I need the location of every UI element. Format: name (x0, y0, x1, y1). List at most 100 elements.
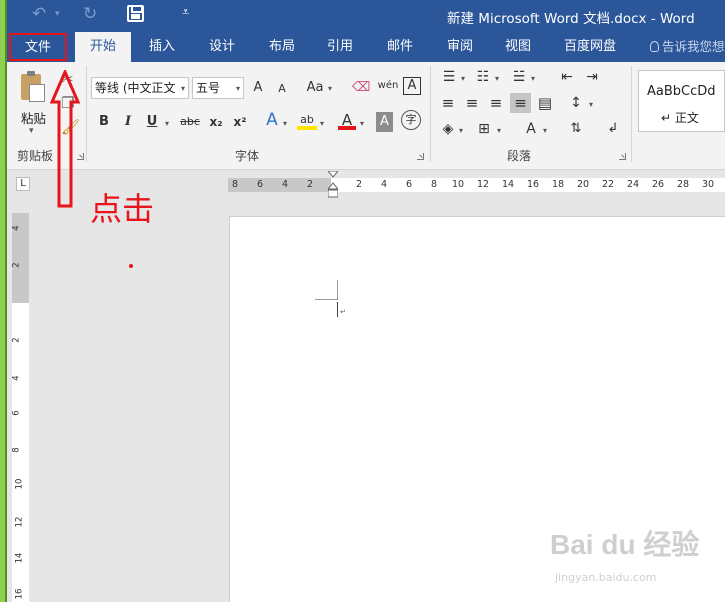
tab-insert[interactable]: 插入 (137, 32, 187, 62)
ruler-tick: 24 (627, 179, 640, 190)
text-cursor (337, 302, 338, 317)
numbering-icon[interactable]: ☷ (473, 67, 493, 87)
tell-me-box[interactable]: 告诉我您想 (650, 32, 725, 62)
enclose-characters-button[interactable]: 字 (401, 110, 421, 130)
shading-icon[interactable]: ◈ (439, 119, 457, 139)
margin-corner-mark (315, 299, 337, 300)
ruler-tick: 14 (502, 179, 515, 190)
tab-view[interactable]: 视图 (493, 32, 543, 62)
ruler-tick: 8 (431, 179, 438, 190)
distributed-icon[interactable]: ▤ (535, 93, 555, 113)
tab-baidu-netdisk[interactable]: 百度网盘 (557, 32, 623, 62)
character-border-button[interactable]: A (403, 77, 421, 95)
paste-icon[interactable] (19, 71, 47, 104)
font-name-value: 等线 (中文正文 (95, 81, 176, 95)
font-color-button[interactable]: A (338, 110, 356, 130)
ruler-tick: 4 (11, 375, 22, 381)
change-case-button[interactable]: Aa (304, 78, 326, 98)
ruler-tick: 6 (257, 179, 264, 190)
font-group-label: 字体 (235, 149, 260, 163)
ruler-tick: 4 (11, 225, 22, 231)
ruler-tick: 4 (381, 179, 388, 190)
ruler-tick: 2 (356, 179, 363, 190)
show-paragraph-marks-icon[interactable]: ↲ (605, 119, 621, 139)
undo-icon[interactable]: ↶ (32, 4, 46, 24)
group-separator (430, 66, 431, 162)
clear-formatting-icon[interactable]: ⌫ (352, 78, 370, 98)
ruler-tick: 2 (11, 337, 22, 343)
bullets-icon[interactable]: ☰ (439, 67, 459, 87)
align-right-icon[interactable]: ≡ (487, 93, 505, 113)
paragraph-launcher-icon[interactable] (619, 153, 626, 160)
font-size-combo[interactable]: 五号 ▾ (192, 77, 244, 99)
font-launcher-icon[interactable] (417, 153, 424, 160)
tab-references[interactable]: 引用 (315, 32, 365, 62)
paragraph-mark: ↵ (340, 308, 346, 316)
text-effects-button[interactable]: A (263, 110, 281, 130)
underline-button[interactable]: U (145, 112, 159, 132)
character-shading-button[interactable]: A (376, 112, 393, 132)
style-name: ↵ 正文 (661, 111, 699, 125)
tab-layout[interactable]: 布局 (257, 32, 307, 62)
ruler-tick: 18 (552, 179, 565, 190)
tab-home[interactable]: 开始 (75, 32, 131, 62)
margin-corner-mark (337, 280, 338, 300)
phonetic-guide-button[interactable]: wén (377, 76, 399, 96)
ruler-tick: 2 (307, 179, 314, 190)
line-spacing-icon[interactable]: ↕ (567, 93, 585, 113)
horizontal-ruler[interactable]: 8 6 4 2 2 4 6 8 10 12 14 16 18 20 22 24 … (228, 171, 725, 198)
highlight-button[interactable]: ab (297, 110, 317, 130)
ruler-tick: 16 (14, 588, 25, 600)
borders-icon[interactable]: ⊞ (475, 119, 493, 139)
style-normal[interactable]: AaBbCcDd ↵ 正文 (638, 70, 725, 132)
italic-button[interactable]: I (121, 112, 135, 132)
ruler-tick: 8 (11, 447, 22, 453)
ruler-tick: 20 (577, 179, 590, 190)
ruler-tick: 4 (282, 179, 289, 190)
align-center-icon[interactable]: ≡ (463, 93, 481, 113)
tab-review[interactable]: 审阅 (435, 32, 485, 62)
left-edge-strip (0, 0, 7, 602)
multilevel-list-icon[interactable]: ☱ (509, 67, 529, 87)
ruler-tick: 2 (11, 262, 22, 268)
tab-stop-selector[interactable]: L (16, 177, 30, 191)
subscript-button[interactable]: x₂ (207, 112, 225, 132)
justify-icon[interactable]: ≡ (510, 93, 531, 113)
tab-file[interactable]: 文件 (9, 33, 67, 61)
bold-button[interactable]: B (97, 112, 111, 132)
group-separator (631, 66, 632, 162)
paste-dropdown-icon[interactable]: ▾ (29, 126, 34, 136)
tab-mailings[interactable]: 邮件 (375, 32, 425, 62)
decrease-indent-icon[interactable]: ⇤ (557, 67, 577, 87)
group-separator (86, 66, 87, 162)
superscript-button[interactable]: x² (231, 112, 249, 132)
align-left-icon[interactable]: ≡ (439, 93, 457, 113)
annotation-dot (129, 264, 133, 268)
tell-me-text: 告诉我您想 (662, 39, 725, 54)
font-size-value: 五号 (196, 81, 221, 95)
customize-qat-icon[interactable]: ⩡ (182, 5, 189, 20)
ruler-corner: L (7, 171, 37, 199)
ruler-tick: 12 (477, 179, 490, 190)
paragraph-group-label: 段落 (507, 149, 532, 163)
tab-design[interactable]: 设计 (197, 32, 247, 62)
title-bar: ↶ ▾ ↻ ⩡ 新建 Microsoft Word 文档.docx - Word (7, 0, 725, 32)
vertical-ruler[interactable]: 4 2 2 4 6 8 10 12 14 16 (12, 213, 29, 602)
paste-button[interactable]: 粘贴 (21, 108, 46, 127)
save-icon[interactable] (127, 5, 144, 22)
indent-marker-icon[interactable] (328, 171, 338, 199)
ruler-tick: 28 (677, 179, 690, 190)
increase-indent-icon[interactable]: ⇥ (582, 67, 602, 87)
strikethrough-button[interactable]: abc (177, 112, 203, 132)
ruler-tick: 14 (14, 552, 25, 564)
shrink-font-button[interactable]: A (274, 79, 290, 99)
chinese-layout-icon[interactable]: A (521, 119, 541, 139)
redo-icon[interactable]: ↻ (83, 4, 97, 24)
ruler-tick: 26 (652, 179, 665, 190)
undo-dropdown-icon[interactable]: ▾ (55, 9, 60, 19)
annotation-arrow-icon (50, 70, 80, 208)
style-sample-text: AaBbCcDd (647, 84, 716, 99)
grow-font-button[interactable]: A (250, 78, 266, 98)
sort-icon[interactable]: ⇅ (567, 119, 585, 139)
font-name-combo[interactable]: 等线 (中文正文 ▾ (91, 77, 189, 99)
